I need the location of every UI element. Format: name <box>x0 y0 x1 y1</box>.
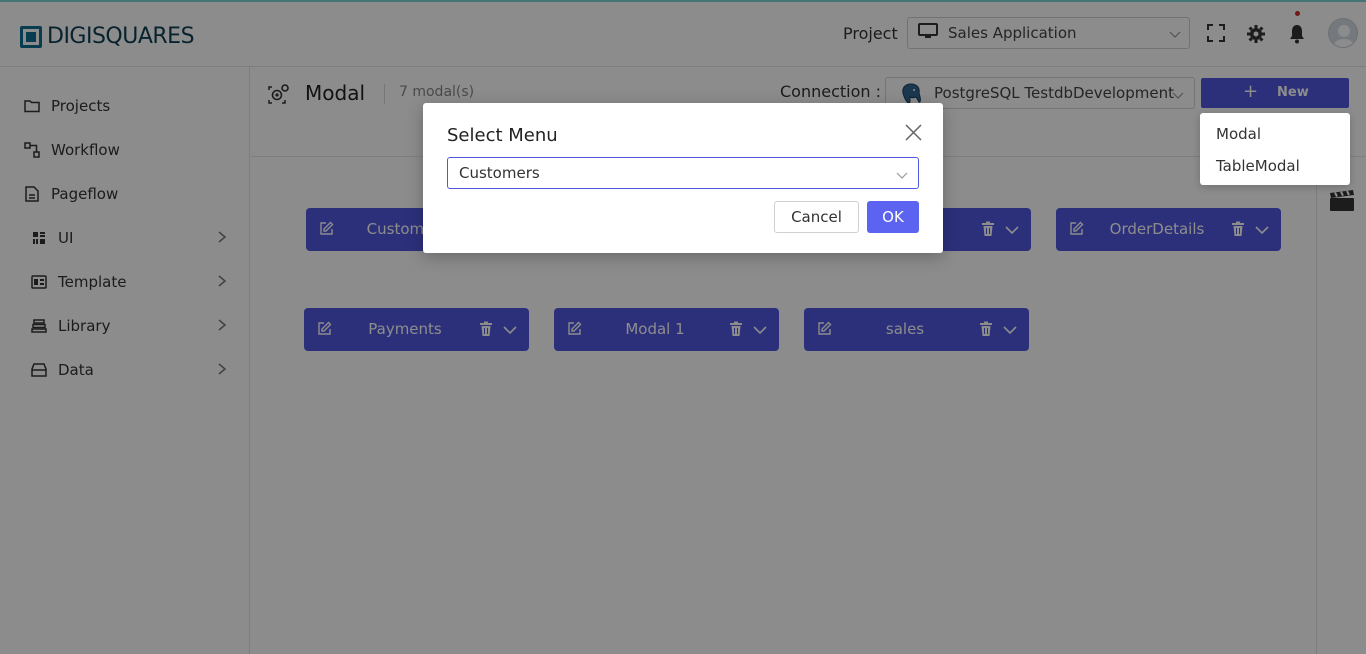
close-icon[interactable] <box>905 124 922 145</box>
menu-item-tablemodal[interactable]: TableModal <box>1216 157 1300 175</box>
menu-select[interactable]: Customers <box>447 157 919 189</box>
modal-backdrop[interactable] <box>0 0 1366 654</box>
select-menu-dialog: Select Menu Customers Cancel OK <box>423 103 943 253</box>
menu-item-modal[interactable]: Modal <box>1216 125 1261 143</box>
new-dropdown-menu: Modal TableModal <box>1200 113 1350 185</box>
dialog-title: Select Menu <box>447 125 558 146</box>
chevron-down-icon <box>896 166 908 185</box>
cancel-button[interactable]: Cancel <box>774 201 859 233</box>
ok-button[interactable]: OK <box>867 201 919 233</box>
menu-select-value: Customers <box>459 164 540 182</box>
